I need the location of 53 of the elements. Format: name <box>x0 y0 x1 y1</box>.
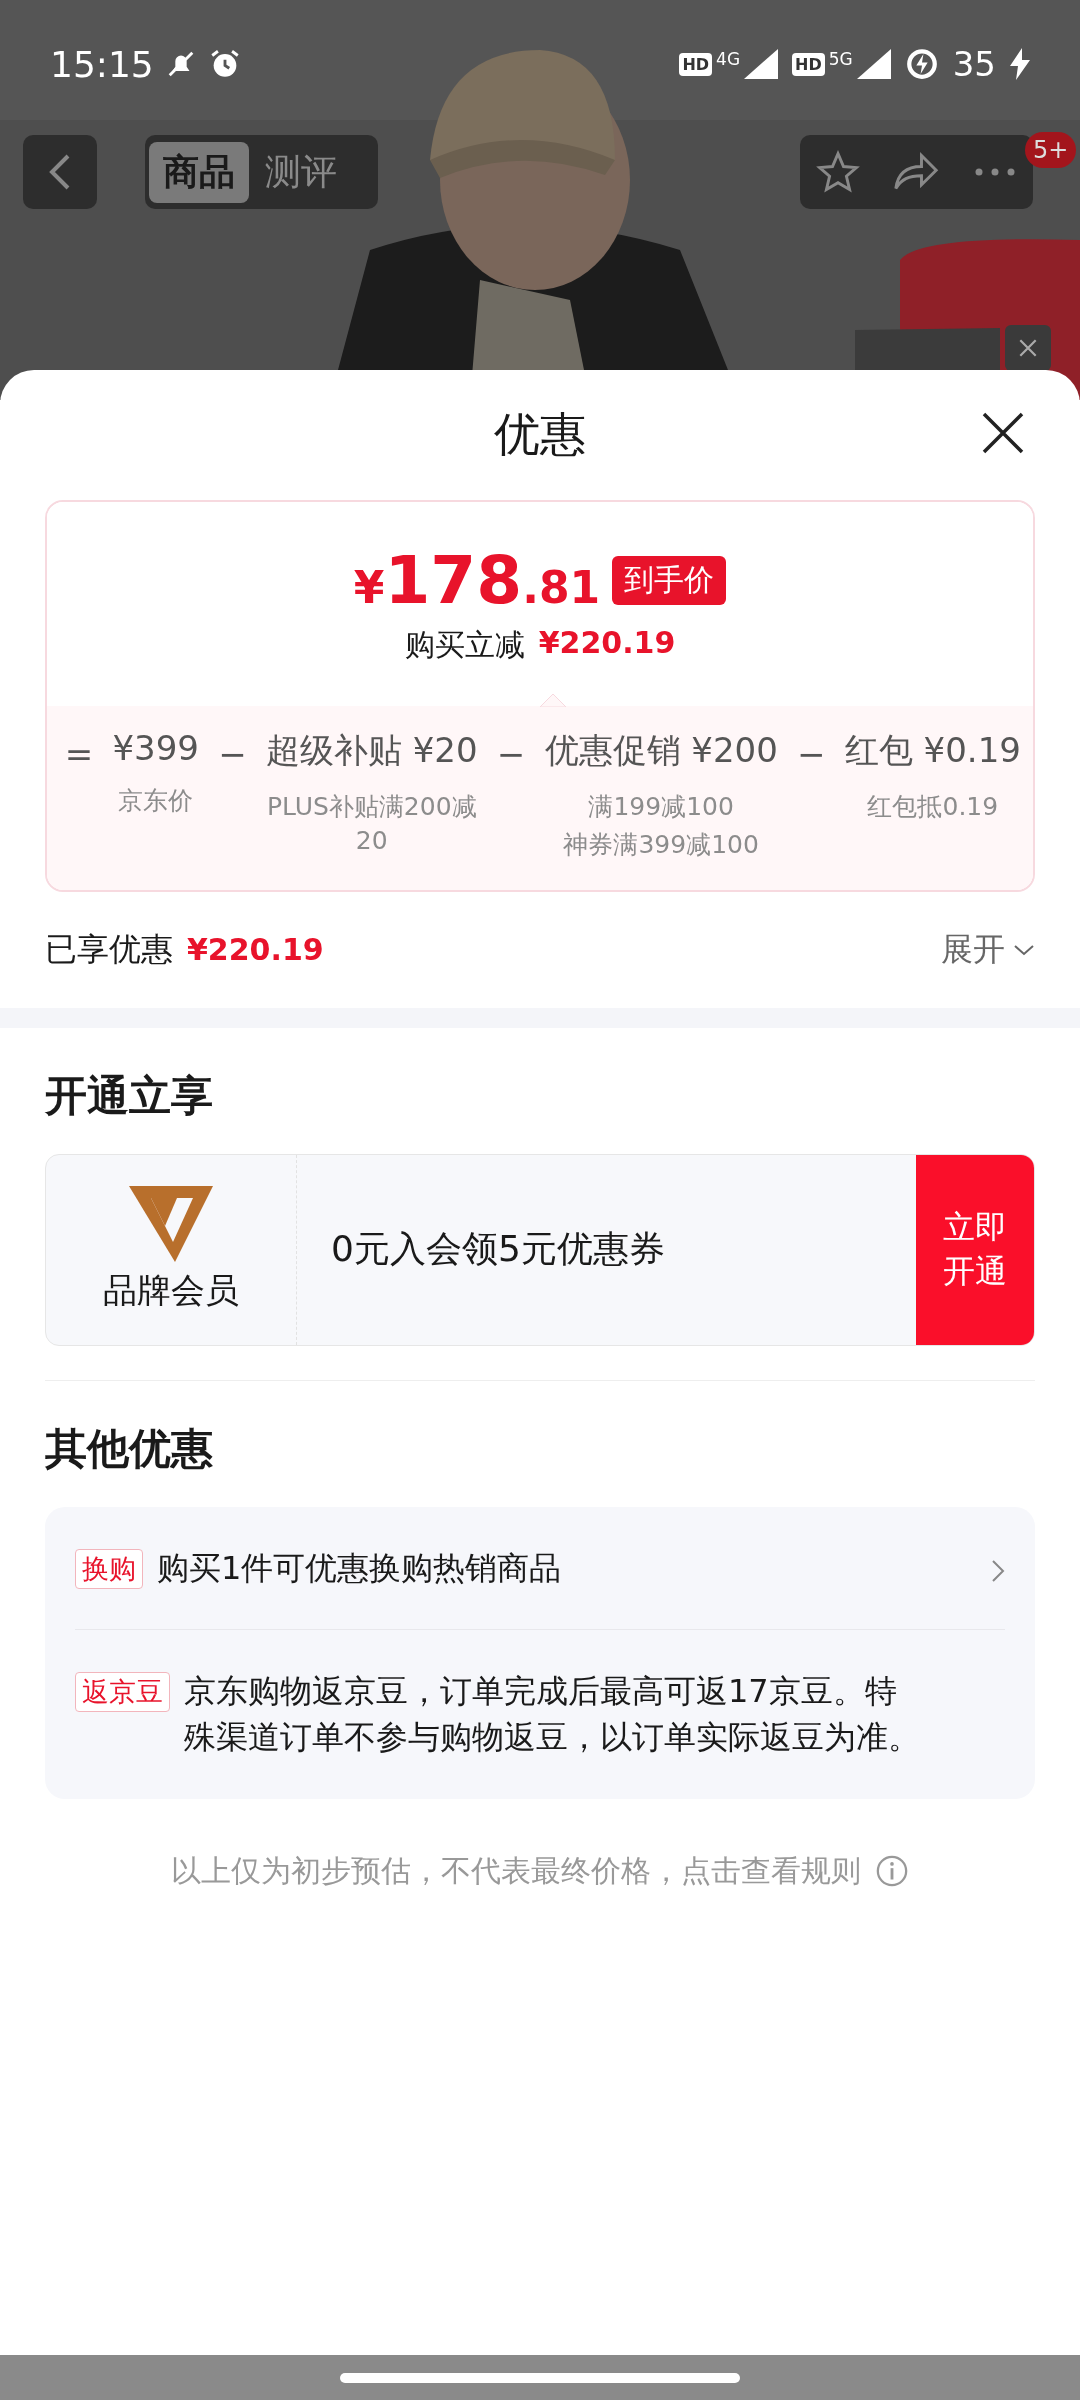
sheet-title: 优惠 <box>494 406 586 463</box>
price-component: ¥399 <box>112 728 199 768</box>
network-type: 4G <box>716 49 741 69</box>
star-icon[interactable] <box>816 150 861 194</box>
component-note: 红包抵0.19 <box>866 791 1000 823</box>
saving-amount: ¥220.19 <box>538 625 676 662</box>
offer-text[interactable]: 购买1件可优惠换购热销商品 <box>157 1544 977 1591</box>
network-type: 5G <box>828 49 853 69</box>
tab[interactable]: 商品 <box>149 141 249 203</box>
disclaimer-text[interactable]: 以上仅为初步预估，不代表最终价格，点击查看规则 <box>171 1850 861 1892</box>
operator: − <box>217 734 248 776</box>
enjoyed-label: 已享优惠 <box>45 928 173 970</box>
price-component: 超级补贴 ¥20 <box>265 729 478 772</box>
battery-level: 35 <box>952 44 996 84</box>
brand-label: 品牌会员 <box>103 1268 239 1312</box>
final-price: ¥178.81 <box>353 542 601 619</box>
join-button[interactable]: 立即开通 <box>916 1154 1034 1345</box>
offer-text: 0元入会领5元优惠券 <box>331 1227 665 1271</box>
offer-tag: 换购 <box>75 1548 143 1589</box>
offer-tag: 返京豆 <box>75 1671 170 1712</box>
close-icon[interactable] <box>1017 337 1039 359</box>
operator: = <box>63 734 95 776</box>
component-note: 满199减100 <box>587 791 735 823</box>
back-icon[interactable] <box>48 152 72 192</box>
status-time: 15:15 <box>50 43 154 85</box>
back-button[interactable] <box>23 135 97 209</box>
component-note: 京东价 <box>117 785 195 817</box>
operator: − <box>796 734 827 776</box>
tab[interactable]: 测评 <box>251 141 351 203</box>
charging-icon <box>1010 48 1030 80</box>
hd-label: HD <box>792 52 825 76</box>
section-heading: 开通立享 <box>44 1069 214 1122</box>
hd-label: HD <box>679 52 713 76</box>
operator: − <box>495 734 527 776</box>
price-tag: 到手价 <box>612 556 727 605</box>
saving-label: 购买立减 <box>404 626 525 664</box>
component-note: PLUS补贴满200减20 <box>265 791 478 857</box>
brand-logo-icon <box>129 1185 213 1262</box>
battery-ring-icon <box>904 47 939 81</box>
chevron-down-icon[interactable] <box>1013 942 1035 957</box>
info-icon[interactable] <box>875 1854 909 1889</box>
enjoyed-amount: ¥220.19 <box>187 932 324 967</box>
home-indicator[interactable] <box>340 2372 740 2383</box>
close-button[interactable] <box>1005 325 1051 371</box>
chevron-right-icon[interactable] <box>991 1558 1005 1583</box>
offer-text: 京东购物返京豆，订单完成后最高可返17京豆。特殊渠道订单不参与购物返豆，以订单实际返豆为准。 <box>184 1670 921 1759</box>
component-note: 神券满399减100 <box>562 828 760 861</box>
section-heading: 其他优惠 <box>44 1422 214 1475</box>
expand-button[interactable]: 展开 <box>941 927 1035 972</box>
signal-icon <box>856 49 891 79</box>
price-component: 优惠促销 ¥200 <box>544 729 778 772</box>
price-component: 红包 ¥0.19 <box>844 729 1021 772</box>
signal-icon <box>744 49 779 79</box>
